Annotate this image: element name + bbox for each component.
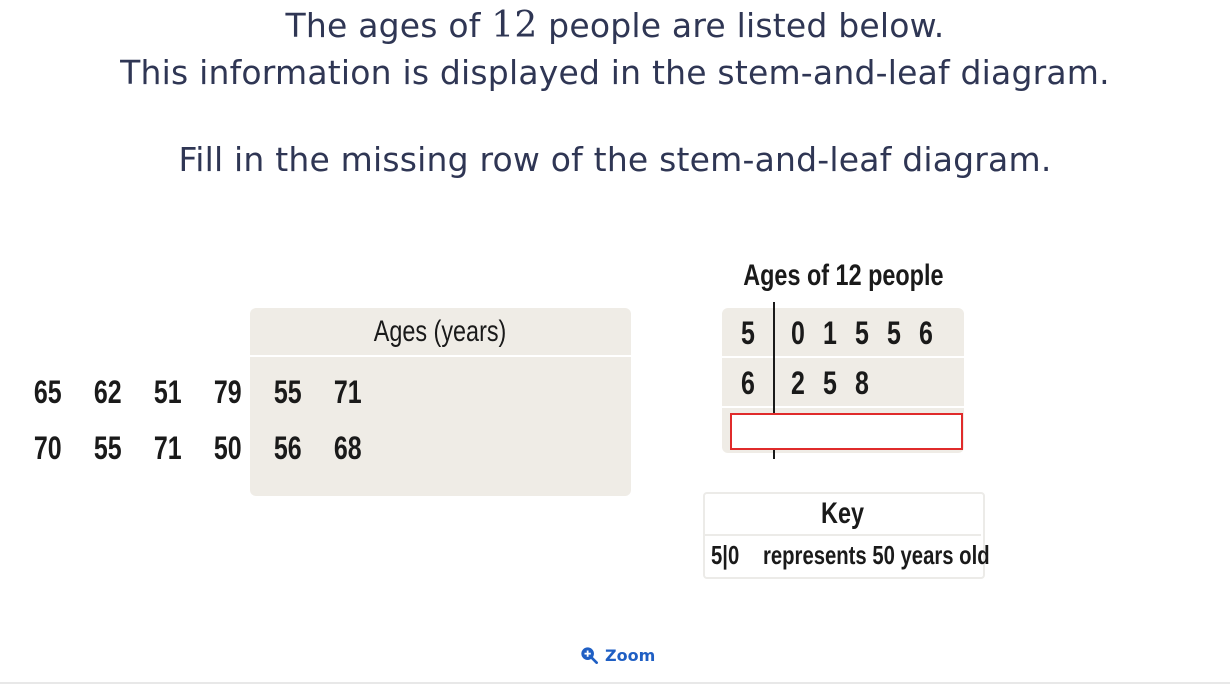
age-cell: 68 xyxy=(334,430,362,466)
leaf-value: 6 xyxy=(919,315,933,351)
age-cell: 55 xyxy=(274,374,302,410)
stem-value: 6 xyxy=(741,365,755,401)
ages-table-row-1: 65 62 51 79 55 71 xyxy=(18,372,378,412)
leaf-value: 2 xyxy=(791,365,805,401)
age-cell: 71 xyxy=(154,430,182,466)
ages-table-row-2: 70 55 71 50 56 68 xyxy=(18,428,378,468)
ages-table-header-label: Ages (years) xyxy=(374,314,507,348)
key-title: Key xyxy=(821,497,865,530)
stem-leaf-row: 6 2 5 8 xyxy=(722,358,964,408)
zoom-label: Zoom xyxy=(605,645,656,665)
zoom-button[interactable]: Zoom xyxy=(580,643,655,667)
age-cell: 56 xyxy=(274,430,302,466)
question-line-1-pre: The ages of xyxy=(285,6,492,45)
age-cell: 70 xyxy=(34,430,62,466)
age-cell: 51 xyxy=(154,374,182,410)
question-instruction: Fill in the missing row of the stem-and-… xyxy=(178,140,1052,179)
missing-row-input[interactable] xyxy=(730,413,963,450)
age-cell: 50 xyxy=(214,430,242,466)
leaf-value: 5 xyxy=(855,315,869,351)
stem-leaf-row: 5 0 1 5 5 6 xyxy=(722,308,964,358)
question-line-1: The ages of 12 people are listed below. xyxy=(0,6,1230,46)
age-cell: 79 xyxy=(214,374,242,410)
leaf-value: 5 xyxy=(823,365,837,401)
ages-table-header: Ages (years) xyxy=(250,308,631,357)
leaf-value: 5 xyxy=(887,315,901,351)
leaves: 0 1 5 5 6 xyxy=(782,308,942,356)
age-cell: 71 xyxy=(334,374,362,410)
leaf-value: 0 xyxy=(791,315,805,351)
stem-leaf-divider xyxy=(773,302,775,414)
age-cell: 55 xyxy=(94,430,122,466)
zoom-in-icon xyxy=(581,647,598,664)
key-example: 5|0 xyxy=(711,540,740,570)
age-cell: 65 xyxy=(34,374,62,410)
question-line-1-post: people are listed below. xyxy=(537,6,945,45)
leaf-value: 8 xyxy=(855,365,869,401)
key-row: 5|0 represents 50 years old xyxy=(703,536,990,574)
question-line-2: This information is displayed in the ste… xyxy=(120,53,1110,92)
question-people-count: 12 xyxy=(491,5,538,46)
age-cell: 62 xyxy=(94,374,122,410)
leaf-value: 1 xyxy=(823,315,837,351)
key-description: represents 50 years old xyxy=(763,540,990,570)
stem-leaf-title: Ages of 12 people xyxy=(742,259,944,292)
stem-value: 5 xyxy=(741,315,755,351)
leaves: 2 5 8 xyxy=(782,358,878,406)
